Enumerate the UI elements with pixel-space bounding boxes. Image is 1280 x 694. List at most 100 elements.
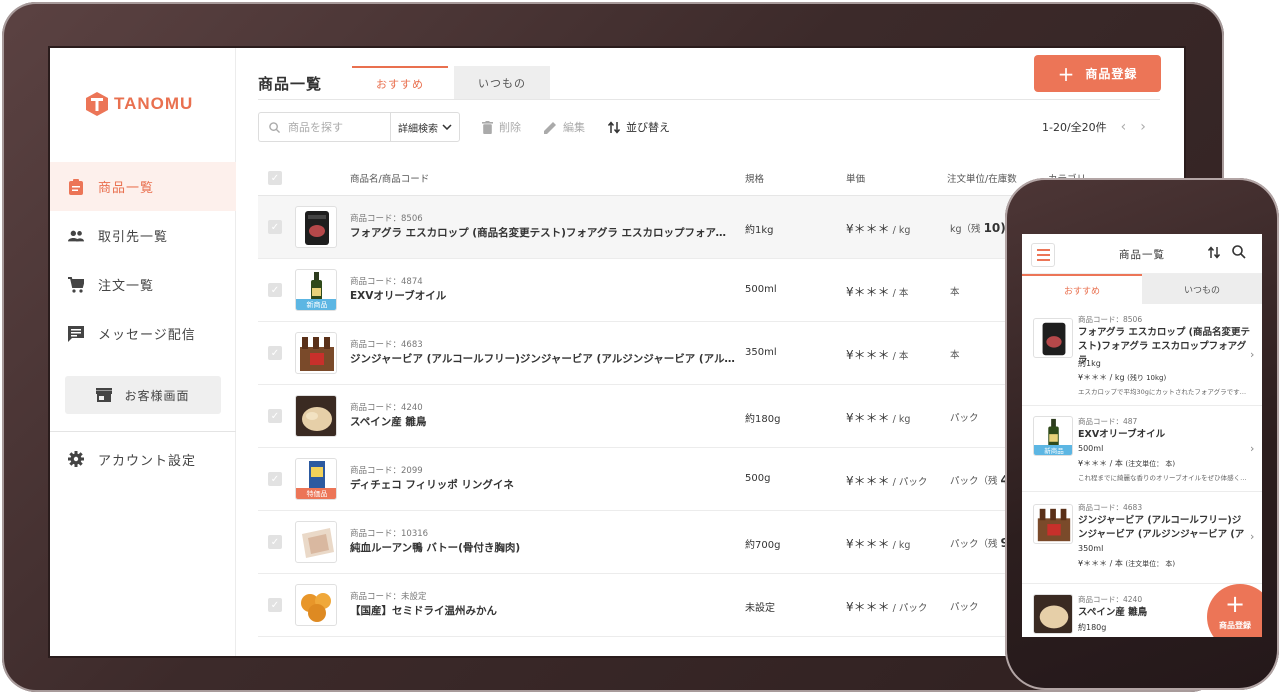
stock-value: (注文単位： 本) — [1125, 560, 1176, 568]
chevron-down-icon — [442, 124, 452, 130]
product-spec: 350ml — [745, 347, 777, 358]
price-value: ¥＊＊＊ / 本 — [1078, 459, 1123, 468]
edit-button[interactable]: 編集 — [544, 112, 585, 142]
order-unit-text: kg（残 — [950, 224, 981, 235]
phone-device: 商品一覧 おすすめ いつもの 商品コード：8506 フォアグラ エスカロップ (… — [1005, 178, 1279, 690]
stock-value: 10) — [983, 221, 1006, 235]
select-all-checkbox[interactable]: ✓ — [268, 171, 282, 185]
sidebar-item-clients[interactable]: 取引先一覧 — [50, 211, 236, 260]
tab-recommended[interactable]: おすすめ — [352, 66, 448, 99]
gear-icon — [68, 451, 84, 467]
column-header-name[interactable]: 商品名/商品コード — [350, 160, 429, 196]
sidebar-item-label: アカウント設定 — [98, 453, 197, 469]
price-unit: / kg — [889, 540, 911, 551]
row-checkbox[interactable]: ✓ — [268, 598, 282, 612]
product-price-line: ¥＊＊＊ / 本 (注文単位： 本) — [1078, 458, 1175, 469]
product-spec: 500g — [745, 473, 771, 484]
pagination-count: 1-20/全20件 — [1042, 121, 1107, 134]
row-checkbox[interactable]: ✓ — [268, 472, 282, 486]
price-unit: / 本 — [889, 351, 909, 362]
product-code: 商品コード：8506 — [350, 214, 423, 224]
price-value: ¥＊＊＊ — [846, 411, 890, 425]
price-value: ¥＊＊＊ — [846, 348, 890, 362]
register-product-label: 商品登録 — [1085, 67, 1138, 81]
register-product-fab[interactable]: + 商品登録 — [1207, 584, 1262, 637]
price-unit: / kg — [889, 414, 911, 425]
order-unit: パック — [950, 410, 979, 424]
product-name: スペイン産 雛鳥 — [350, 416, 427, 428]
page-title: 商品一覧 — [258, 75, 323, 93]
sort-button[interactable]: 並び替え — [608, 112, 670, 142]
product-thumbnail — [1033, 594, 1073, 634]
logo: TANOMU — [86, 92, 193, 116]
pencil-icon — [544, 121, 556, 134]
product-thumbnail — [1033, 504, 1073, 544]
delete-button[interactable]: 削除 — [482, 112, 521, 142]
product-thumbnail — [295, 584, 337, 626]
chevron-right-icon[interactable]: › — [1140, 119, 1146, 135]
search-icon[interactable] — [1232, 245, 1246, 259]
product-name: EXVオリーブオイル — [1078, 429, 1166, 440]
column-header-spec[interactable]: 規格 — [745, 160, 764, 196]
product-name: ジンジャービア (アルコールフリー)ジンジャービア (アルジンジャービア (アル… — [1078, 515, 1245, 540]
row-checkbox[interactable]: ✓ — [268, 283, 282, 297]
phone-tab-usual[interactable]: いつもの — [1142, 274, 1262, 304]
row-checkbox[interactable]: ✓ — [268, 220, 282, 234]
sidebar-item-label: 取引先一覧 — [98, 230, 169, 245]
product-price: ¥＊＊＊ / kg — [846, 220, 910, 237]
list-item[interactable]: 商品コード：4683 ジンジャービア (アルコールフリー)ジンジャービア (アル… — [1022, 492, 1262, 584]
product-spec: 350ml — [1078, 544, 1104, 553]
column-header-price[interactable]: 単価 — [846, 160, 865, 196]
product-price-line: ¥＊＊＊ / 本 (注文単位： 本) — [1078, 558, 1175, 569]
customer-view-button[interactable]: お客様画面 — [65, 376, 221, 414]
order-unit-text: パック（残 — [950, 476, 998, 487]
product-code: 商品コード：4683 — [350, 340, 423, 350]
tab-usual[interactable]: いつもの — [454, 66, 550, 99]
search-input[interactable]: 商品を探す — [258, 112, 390, 142]
order-unit-text: パック — [950, 602, 979, 613]
tab-bar: おすすめ いつもの — [352, 66, 550, 99]
advanced-search-dropdown[interactable]: 詳細検索 — [390, 112, 460, 142]
sidebar-item-account-settings[interactable]: アカウント設定 — [50, 437, 236, 481]
sidebar-item-products[interactable]: 商品一覧 — [50, 162, 236, 211]
register-product-label: 商品登録 — [1219, 621, 1251, 630]
product-name: 純血ルーアン鴨 バトー(骨付き胸肉) — [350, 542, 521, 554]
product-code: 商品コード：4683 — [1078, 503, 1143, 512]
sort-icon[interactable] — [1208, 246, 1220, 259]
column-header-order-unit[interactable]: 注文単位/在庫数 — [947, 160, 1017, 196]
product-name: フォアグラ エスカロップ (商品名変更テスト)フォアグラ エスカロップフォアグ… — [350, 227, 735, 239]
product-code: 商品コード：8506 — [1078, 315, 1143, 324]
search-icon — [269, 121, 280, 133]
phone-tab-recommended[interactable]: おすすめ — [1022, 274, 1142, 304]
store-icon — [96, 388, 113, 402]
product-price: ¥＊＊＊ / kg — [846, 535, 910, 552]
product-spec: 約1kg — [1078, 359, 1101, 368]
product-spec: 500ml — [745, 284, 777, 295]
register-product-button[interactable]: + 商品登録 — [1034, 55, 1161, 92]
chevron-left-icon[interactable]: ‹ — [1121, 119, 1127, 135]
product-spec: 500ml — [1078, 444, 1104, 453]
chevron-right-icon: › — [1250, 530, 1255, 543]
product-thumbnail — [295, 206, 337, 248]
price-value: ¥＊＊＊ — [846, 474, 890, 488]
sidebar: TANOMU 商品一覧 取引先一覧 注文一覧 メッセージ配信 お客様画面 アカウ… — [50, 48, 236, 656]
new-product-badge: 新商品 — [296, 299, 336, 310]
sidebar-item-messages[interactable]: メッセージ配信 — [50, 309, 236, 358]
list-item[interactable]: 商品コード：8506 フォアグラ エスカロップ (商品名変更テスト)フォアグラ … — [1022, 306, 1262, 406]
product-spec: 約1kg — [745, 225, 774, 236]
row-checkbox[interactable]: ✓ — [268, 346, 282, 360]
customer-view-label: お客様画面 — [124, 388, 190, 403]
sidebar-item-orders[interactable]: 注文一覧 — [50, 260, 236, 309]
message-icon — [68, 325, 84, 342]
product-price: ¥＊＊＊ / パック — [846, 598, 927, 615]
list-item[interactable]: 新商品 商品コード：487 EXVオリーブオイル 500ml ¥＊＊＊ / 本 … — [1022, 406, 1262, 492]
sort-label: 並び替え — [626, 121, 670, 134]
product-name: EXVオリーブオイル — [350, 290, 447, 302]
search-placeholder: 商品を探す — [288, 121, 343, 134]
product-spec: 未設定 — [745, 603, 775, 614]
row-checkbox[interactable]: ✓ — [268, 535, 282, 549]
stock-value: (残り 10kg) — [1127, 374, 1167, 382]
product-thumbnail — [295, 332, 337, 374]
product-thumbnail: 新商品 — [1033, 416, 1073, 456]
row-checkbox[interactable]: ✓ — [268, 409, 282, 423]
